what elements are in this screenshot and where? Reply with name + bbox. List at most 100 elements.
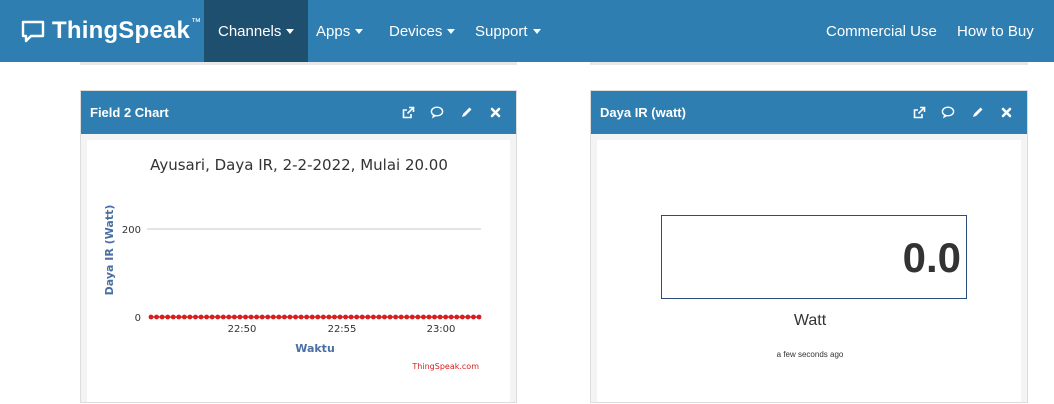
- data-point[interactable]: [193, 314, 198, 320]
- nav-commercial-use[interactable]: Commercial Use: [812, 0, 951, 62]
- data-point[interactable]: [387, 314, 393, 320]
- data-point[interactable]: [365, 314, 371, 320]
- data-point[interactable]: [204, 314, 209, 320]
- data-point[interactable]: [293, 314, 298, 320]
- data-point[interactable]: [309, 314, 315, 320]
- data-point[interactable]: [476, 314, 482, 320]
- panel-toolbar: [386, 91, 502, 134]
- data-point[interactable]: [220, 314, 226, 320]
- pencil-icon[interactable]: [459, 106, 473, 120]
- data-point[interactable]: [226, 314, 232, 320]
- data-point[interactable]: [248, 314, 254, 320]
- numeric-display-panel: Daya IR (watt) 0.0 Watt a few seconds ag…: [590, 90, 1028, 403]
- numeric-value: 0.0: [902, 234, 961, 281]
- external-link-icon[interactable]: [401, 106, 415, 120]
- nav-apps[interactable]: Apps: [302, 0, 377, 62]
- brand-name: ThingSpeak: [52, 17, 191, 44]
- data-point[interactable]: [332, 314, 337, 320]
- data-point[interactable]: [298, 314, 304, 320]
- data-point[interactable]: [421, 314, 426, 320]
- panel-title: Field 2 Chart: [90, 105, 169, 120]
- field-chart-panel: Field 2 Chart Ayusari, Daya IR, 2-2-2022…: [80, 90, 517, 403]
- data-point[interactable]: [176, 314, 182, 320]
- y-tick-label: 0: [135, 313, 141, 324]
- data-point[interactable]: [287, 314, 293, 320]
- nav-how-to-buy[interactable]: How to Buy: [943, 0, 1048, 62]
- data-point[interactable]: [454, 314, 460, 320]
- external-link-icon[interactable]: [912, 106, 926, 120]
- data-point[interactable]: [254, 314, 260, 320]
- data-point[interactable]: [159, 314, 165, 320]
- chart-credit[interactable]: ThingSpeak.com: [411, 362, 479, 371]
- y-tick-label: 200: [122, 225, 141, 236]
- nav-channels-label: Channels: [218, 22, 282, 40]
- close-icon[interactable]: [488, 106, 502, 120]
- panel-toolbar: [897, 91, 1013, 134]
- data-point[interactable]: [320, 314, 326, 320]
- data-point[interactable]: [148, 314, 154, 320]
- last-updated: a few seconds ago: [776, 350, 844, 359]
- data-point[interactable]: [426, 314, 432, 320]
- pencil-icon[interactable]: [970, 106, 984, 120]
- data-point[interactable]: [170, 314, 176, 320]
- data-point[interactable]: [187, 314, 193, 320]
- x-tick-label: 23:00: [427, 324, 456, 335]
- data-point[interactable]: [459, 314, 465, 320]
- brand-logo[interactable]: ThingSpeak ™: [20, 12, 201, 50]
- comment-icon[interactable]: [941, 106, 955, 120]
- data-point[interactable]: [465, 314, 471, 320]
- numeric-value-box: 0.0: [661, 215, 967, 299]
- data-point[interactable]: [370, 314, 376, 320]
- nav-devices[interactable]: Devices: [375, 0, 469, 62]
- data-point[interactable]: [404, 314, 410, 320]
- data-point[interactable]: [359, 314, 365, 320]
- line-chart: Ayusari, Daya IR, 2-2-2022, Mulai 20.00 …: [103, 156, 482, 371]
- data-point[interactable]: [165, 314, 171, 320]
- data-point[interactable]: [154, 314, 159, 320]
- chat-bubble-icon: [21, 20, 45, 43]
- data-point[interactable]: [231, 314, 237, 320]
- page-divider-right: [590, 62, 1028, 65]
- data-point[interactable]: [243, 314, 248, 320]
- data-point[interactable]: [181, 314, 187, 320]
- data-point[interactable]: [437, 314, 443, 320]
- data-point[interactable]: [348, 314, 354, 320]
- data-point[interactable]: [398, 314, 404, 320]
- x-tick-label: 22:50: [228, 324, 257, 335]
- data-point[interactable]: [409, 314, 415, 320]
- data-point[interactable]: [304, 314, 310, 320]
- nav-support[interactable]: Support: [461, 0, 555, 62]
- data-point[interactable]: [276, 314, 282, 320]
- data-point[interactable]: [393, 314, 399, 320]
- data-point[interactable]: [448, 314, 454, 320]
- data-point[interactable]: [343, 314, 348, 320]
- data-point[interactable]: [354, 314, 360, 320]
- data-point[interactable]: [443, 314, 449, 320]
- data-point[interactable]: [337, 314, 343, 320]
- data-point[interactable]: [415, 314, 421, 320]
- data-point[interactable]: [382, 314, 387, 320]
- data-point[interactable]: [282, 314, 287, 320]
- data-point[interactable]: [209, 314, 215, 320]
- numeric-unit: Watt: [793, 312, 827, 329]
- data-point[interactable]: [259, 314, 265, 320]
- data-point[interactable]: [376, 314, 382, 320]
- caret-down-icon: [447, 28, 456, 34]
- comment-icon[interactable]: [430, 106, 444, 120]
- page-divider-left: [80, 62, 517, 65]
- panel-header: Field 2 Chart: [81, 91, 516, 134]
- caret-down-icon: [532, 28, 541, 34]
- data-point[interactable]: [315, 314, 321, 320]
- nav-channels[interactable]: Channels: [204, 0, 309, 62]
- close-icon[interactable]: [999, 106, 1013, 120]
- data-point[interactable]: [326, 314, 332, 320]
- y-axis-label: Daya IR (Watt): [103, 205, 116, 296]
- data-point[interactable]: [265, 314, 271, 320]
- data-point[interactable]: [432, 314, 437, 320]
- data-point[interactable]: [215, 314, 221, 320]
- data-point[interactable]: [237, 314, 243, 320]
- panel-title: Daya IR (watt): [600, 105, 686, 120]
- data-point[interactable]: [270, 314, 276, 320]
- data-point[interactable]: [471, 314, 476, 320]
- data-point[interactable]: [198, 314, 204, 320]
